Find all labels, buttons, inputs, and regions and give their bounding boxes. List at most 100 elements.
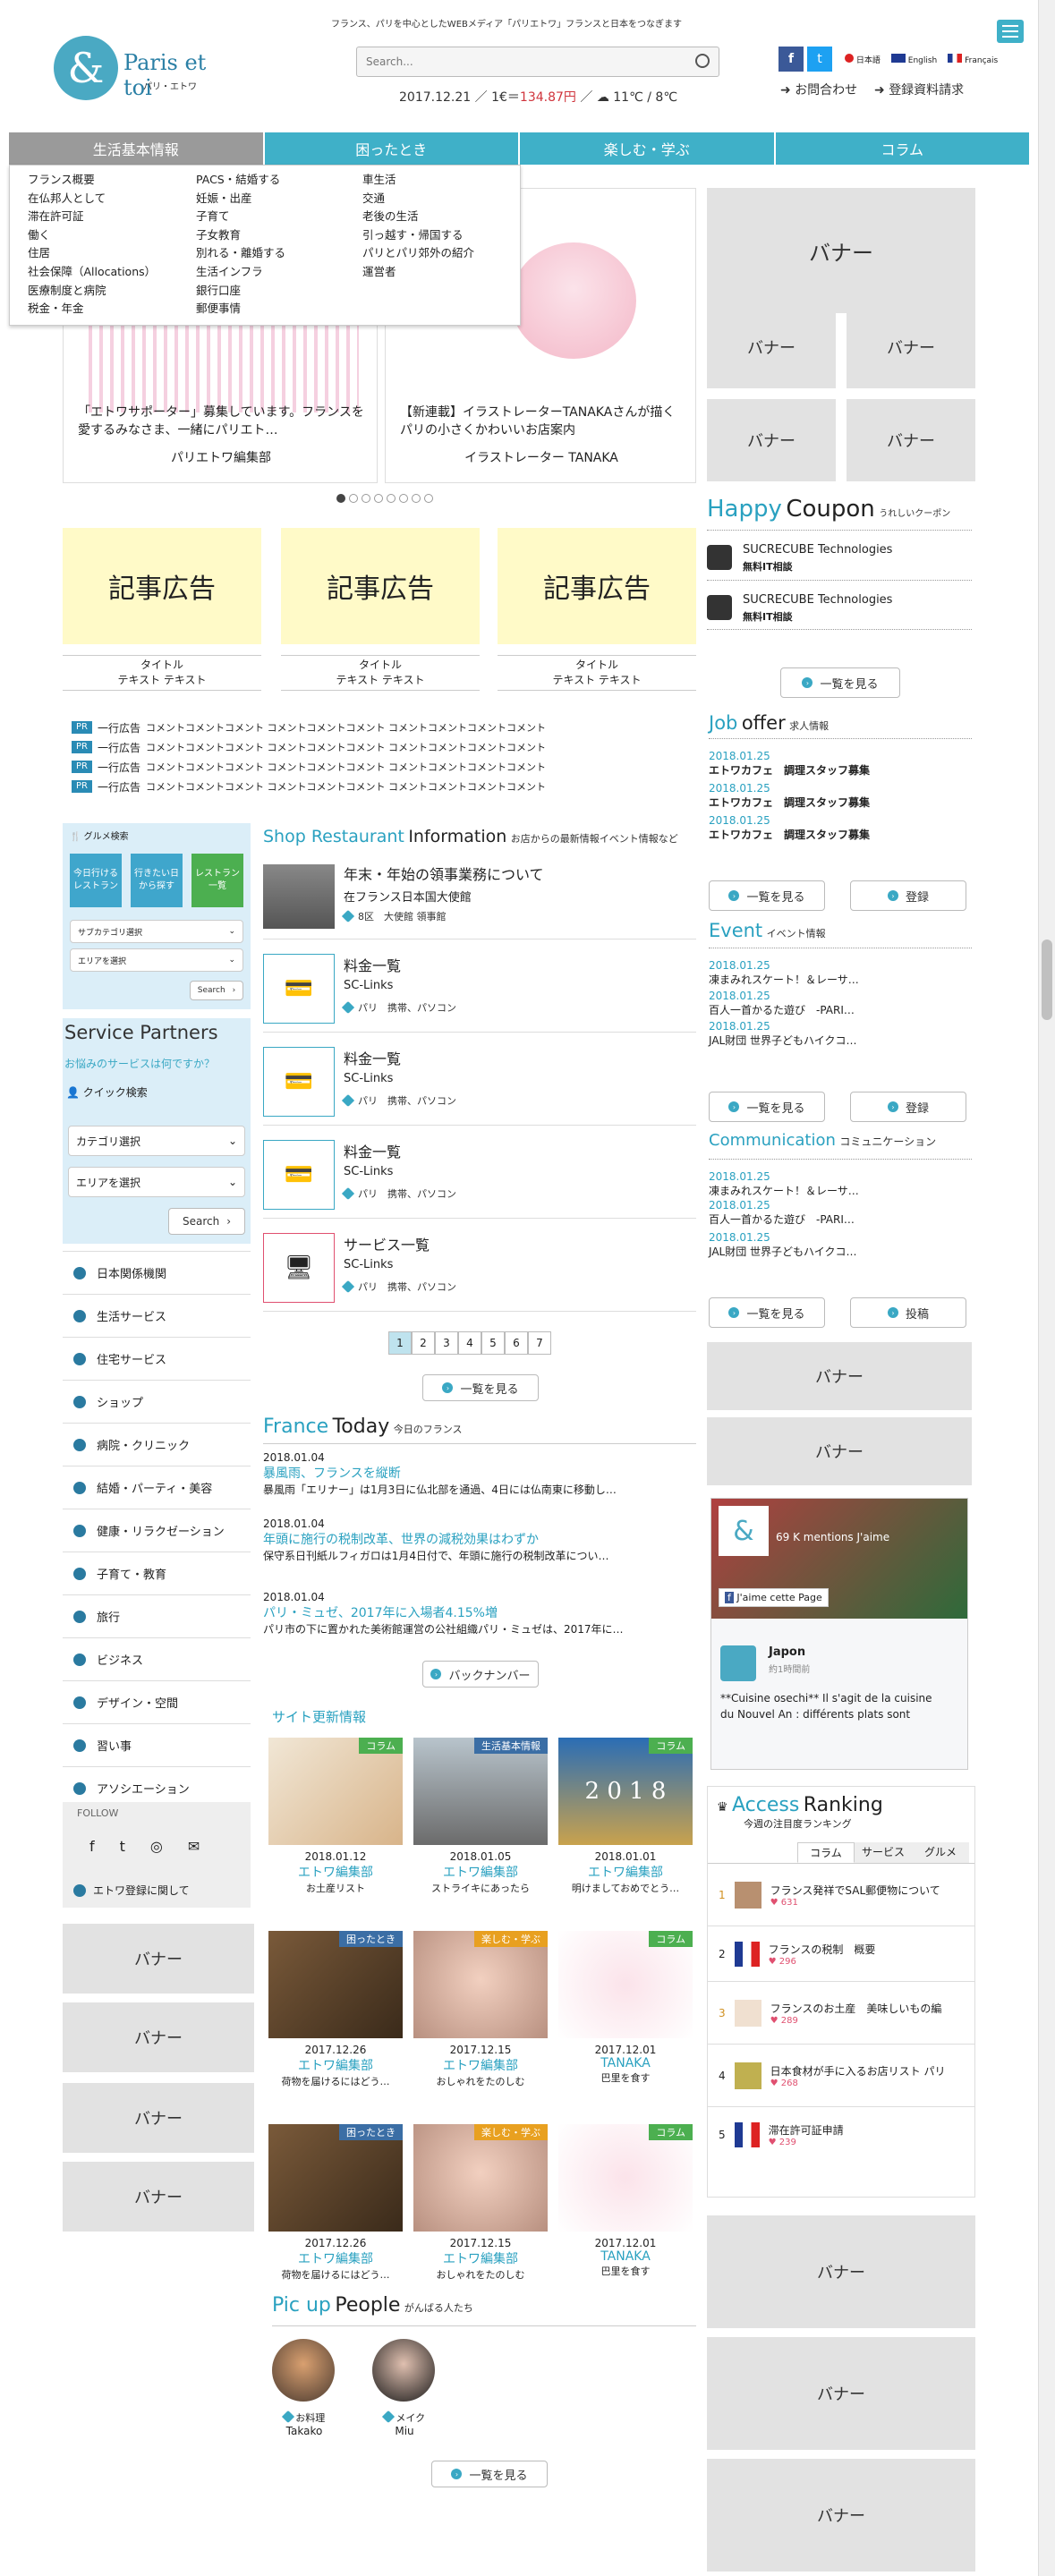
update-card[interactable]: 楽しむ・学ぶ 2017.12.15 エトワ編集部 おしゃれをたのしむ [413, 1931, 548, 2113]
person-card[interactable]: メイク Miu [372, 2339, 437, 2437]
shop-item[interactable]: 💳 料金一覧 SC-Links パリ 携帯、パソコン [263, 1126, 696, 1219]
gourmet-tile[interactable]: 今日行けるレストラン [70, 854, 122, 907]
event-more-button[interactable]: › 一覧を見る [709, 1092, 825, 1122]
left-menu-item[interactable]: デザイン・空間 [63, 1681, 251, 1724]
twitter-icon[interactable]: t [807, 47, 832, 72]
article-ad[interactable]: 記事広告 タイトル テキスト テキスト [63, 528, 261, 693]
person-card[interactable]: お料理 Takako [272, 2339, 336, 2437]
service-search-button[interactable]: Search › [168, 1208, 245, 1235]
page-link[interactable]: 6 [505, 1331, 528, 1355]
contact-link[interactable]: ➜ お問合わせ [780, 81, 857, 98]
job-more-button[interactable]: › 一覧を見る [709, 880, 825, 911]
banner[interactable]: バナー [707, 2459, 975, 2572]
lang-fr[interactable]: Français [948, 54, 998, 65]
facebook-icon[interactable]: f [778, 47, 804, 72]
menu-item[interactable]: パリとパリ郊外の紹介 [362, 244, 474, 263]
left-menu-item[interactable]: ショップ [63, 1381, 251, 1424]
gourmet-tile[interactable]: レストラン一覧 [191, 854, 243, 907]
etoile-register-link[interactable]: エトワ登録に関して [73, 1883, 190, 1898]
update-card[interactable]: コラム 2018.01.12 エトワ編集部 お土産リスト [268, 1738, 403, 1920]
left-menu-item[interactable]: ビジネス [63, 1638, 251, 1681]
update-card[interactable]: 楽しむ・学ぶ 2017.12.15 エトワ編集部 おしゃれをたのしむ [413, 2124, 548, 2307]
job-item[interactable]: 2018.01.25 エトワカフェ 調理スタッフ募集 [709, 814, 972, 852]
shop-item[interactable]: 💳 料金一覧 SC-Links パリ 携帯、パソコン [263, 1033, 696, 1126]
slider-dot[interactable] [424, 494, 433, 503]
banner[interactable]: バナー [63, 2083, 254, 2153]
event-item[interactable]: 2018.01.25 JAL財団 世界子どもハイクコ… [709, 1020, 972, 1056]
tab-service[interactable]: サービス [855, 1842, 912, 1863]
menu-item[interactable]: 妊娠・出産 [196, 190, 285, 208]
rank-row[interactable]: 2 フランスの税制 概要 ♥ 296 [708, 1926, 974, 1982]
mail-icon[interactable]: ✉ [188, 1838, 200, 1855]
update-card[interactable]: 生活基本情報 2018.01.05 エトワ編集部 ストライキにあったら [413, 1738, 548, 1920]
scrollbar-thumb[interactable] [1042, 939, 1052, 1020]
service-area-select[interactable]: エリアを選択 ⌄ [68, 1167, 245, 1197]
update-card[interactable]: 困ったとき 2017.12.26 エトワ編集部 荷物を届けるにはどう… [268, 2124, 403, 2307]
menu-item[interactable]: 子女教育 [196, 226, 285, 245]
banner[interactable]: バナー [847, 399, 975, 481]
banner[interactable]: バナー [707, 399, 836, 481]
twitter-icon[interactable]: t [120, 1838, 125, 1855]
banner[interactable]: バナー [63, 2002, 254, 2072]
left-menu-item[interactable]: 生活サービス [63, 1295, 251, 1338]
rank-row[interactable]: 3 フランスのお土産 美味しいもの編 ♥ 289 [708, 1982, 974, 2045]
fb-like-button[interactable]: f J'aime cette Page [719, 1588, 829, 1607]
pr-line[interactable]: PR 一行広告 コメントコメントコメント コメントコメントコメント コメントコメント… [72, 718, 698, 737]
banner-large[interactable]: バナー [707, 188, 975, 313]
nav-life[interactable]: 生活基本情報 [9, 132, 265, 165]
page-link[interactable]: 5 [481, 1331, 505, 1355]
job-item[interactable]: 2018.01.25 エトワカフェ 調理スタッフ募集 [709, 777, 972, 814]
banner[interactable]: バナー [707, 1342, 972, 1410]
menu-item[interactable]: フランス概要 [28, 171, 156, 190]
comm-item[interactable]: 2018.01.25 百人一首かるた遊び -PARI… [709, 1195, 972, 1231]
menu-item[interactable]: 銀行口座 [196, 282, 285, 301]
slider-dot[interactable] [399, 494, 408, 503]
lang-en[interactable]: English [890, 54, 937, 65]
update-card[interactable]: 2 0 1 8 コラム 2018.01.01 エトワ編集部 明けましておめでとう… [558, 1738, 693, 1920]
coupon-item[interactable]: SUCRECUBE Technologies 無料IT相談 [707, 580, 972, 630]
tab-gourmet[interactable]: グルメ [912, 1842, 969, 1863]
menu-item[interactable]: 運営者 [362, 263, 474, 282]
banner[interactable]: バナー [707, 2215, 975, 2328]
job-register-button[interactable]: › 登録 [850, 880, 966, 911]
menu-item[interactable]: 社会保障（Allocations） [28, 263, 156, 282]
menu-item[interactable]: 交通 [362, 190, 474, 208]
nav-enjoy[interactable]: 楽しむ・学ぶ [520, 132, 776, 165]
slider-dot[interactable] [387, 494, 396, 503]
gourmet-tile[interactable]: 行きたい日から探す [131, 854, 183, 907]
coupon-more-button[interactable]: › 一覧を見る [780, 667, 900, 698]
shop-item[interactable]: 💳 料金一覧 SC-Links パリ 携帯、パソコン [263, 939, 696, 1033]
tab-column[interactable]: コラム [797, 1842, 855, 1863]
slider-dot[interactable] [349, 494, 358, 503]
comm-item[interactable]: 2018.01.25 JAL財団 世界子どもハイクコ… [709, 1231, 972, 1267]
article-ad[interactable]: 記事広告 タイトル テキスト テキスト [498, 528, 696, 693]
banner[interactable]: バナー [63, 2162, 254, 2232]
comm-more-button[interactable]: › 一覧を見る [709, 1297, 825, 1328]
logo[interactable]: & Paris et toi パリ・エトワ [54, 36, 233, 107]
scrollbar[interactable] [1038, 0, 1055, 2576]
rank-row[interactable]: 4 日本食材が手に入るお店リスト パリ ♥ 268 [708, 2045, 974, 2107]
menu-item[interactable]: 郵便事情 [196, 300, 285, 319]
subcategory-select[interactable]: サブカテゴリ選択 ⌄ [70, 920, 243, 943]
left-menu-item[interactable]: 日本関係機関 [63, 1252, 251, 1295]
page-link[interactable]: 1 [388, 1331, 412, 1355]
instagram-icon[interactable]: ◎ [150, 1838, 163, 1855]
menu-item[interactable]: 働く [28, 226, 156, 245]
banner[interactable]: バナー [707, 306, 836, 388]
rank-row[interactable]: 1 フランス発祥でSAL郵便物について ♥ 631 [708, 1864, 974, 1926]
update-card[interactable]: コラム 2017.12.01 TANAKA 巴里を食す [558, 2124, 693, 2307]
left-menu-item[interactable]: 健康・リラクゼーション [63, 1509, 251, 1552]
slider-dot[interactable] [412, 494, 421, 503]
pr-line[interactable]: PR 一行広告 コメントコメントコメント コメントコメントコメント コメントコメント… [72, 737, 698, 757]
comm-item[interactable]: 2018.01.25 凍まみれスケート！＆レーサ… [709, 1160, 972, 1197]
coupon-item[interactable]: SUCRECUBE Technologies 無料IT相談 [707, 530, 972, 580]
update-card[interactable]: コラム 2017.12.01 TANAKA 巴里を食す [558, 1931, 693, 2113]
search-input[interactable]: Search... [356, 47, 719, 77]
menu-item[interactable]: PACS・結婚する [196, 171, 285, 190]
shop-item[interactable]: 🖥 サービス一覧 SC-Links パリ 携帯、パソコン [263, 1219, 696, 1312]
left-menu-item[interactable]: 住宅サービス [63, 1338, 251, 1381]
banner[interactable]: バナー [63, 1924, 254, 1994]
page-link[interactable]: 2 [412, 1331, 435, 1355]
menu-item[interactable]: 車生活 [362, 171, 474, 190]
menu-item[interactable]: 滞在許可証 [28, 208, 156, 226]
